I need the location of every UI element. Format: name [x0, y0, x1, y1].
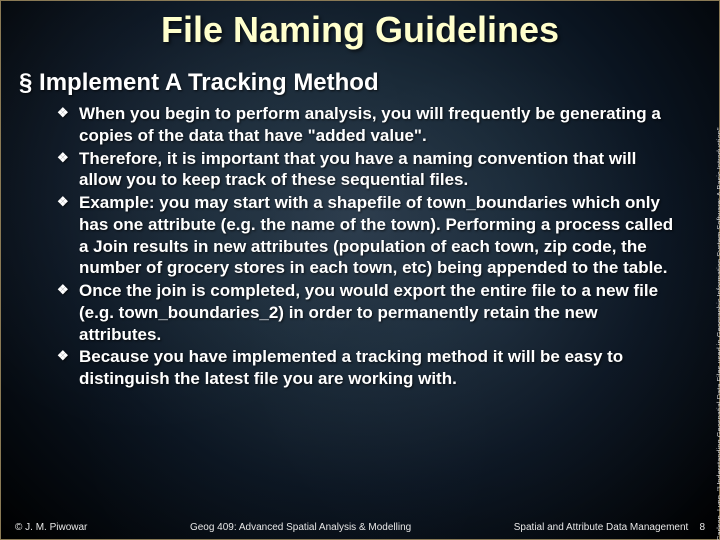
list-item: Because you have implemented a tracking …	[57, 346, 675, 390]
side-citation: Carlson, Lynn. "Understanding Geospatial…	[716, 21, 720, 540]
slide-title: File Naming Guidelines	[1, 1, 719, 51]
slide: File Naming Guidelines § Implement A Tra…	[0, 0, 720, 540]
footer-left: © J. M. Piwowar	[15, 522, 87, 533]
footer-center: Geog 409: Advanced Spatial Analysis & Mo…	[87, 522, 513, 533]
footer-right: Spatial and Attribute Data Management 8	[514, 522, 705, 533]
footer-right-label: Spatial and Attribute Data Management	[514, 522, 689, 533]
citation-line: Carlson, Lynn. "Understanding Geospatial…	[716, 21, 720, 540]
section-marker: §	[19, 69, 32, 96]
page-number: 8	[699, 522, 705, 533]
list-item: Example: you may start with a shapefile …	[57, 192, 675, 279]
section-heading-text: Implement A Tracking Method	[39, 69, 379, 96]
bullet-list: When you begin to perform analysis, you …	[1, 103, 719, 390]
list-item: Therefore, it is important that you have…	[57, 148, 675, 192]
footer: © J. M. Piwowar Geog 409: Advanced Spati…	[1, 522, 719, 533]
section-heading: § Implement A Tracking Method	[1, 51, 719, 103]
list-item: Once the join is completed, you would ex…	[57, 280, 675, 345]
list-item: When you begin to perform analysis, you …	[57, 103, 675, 147]
